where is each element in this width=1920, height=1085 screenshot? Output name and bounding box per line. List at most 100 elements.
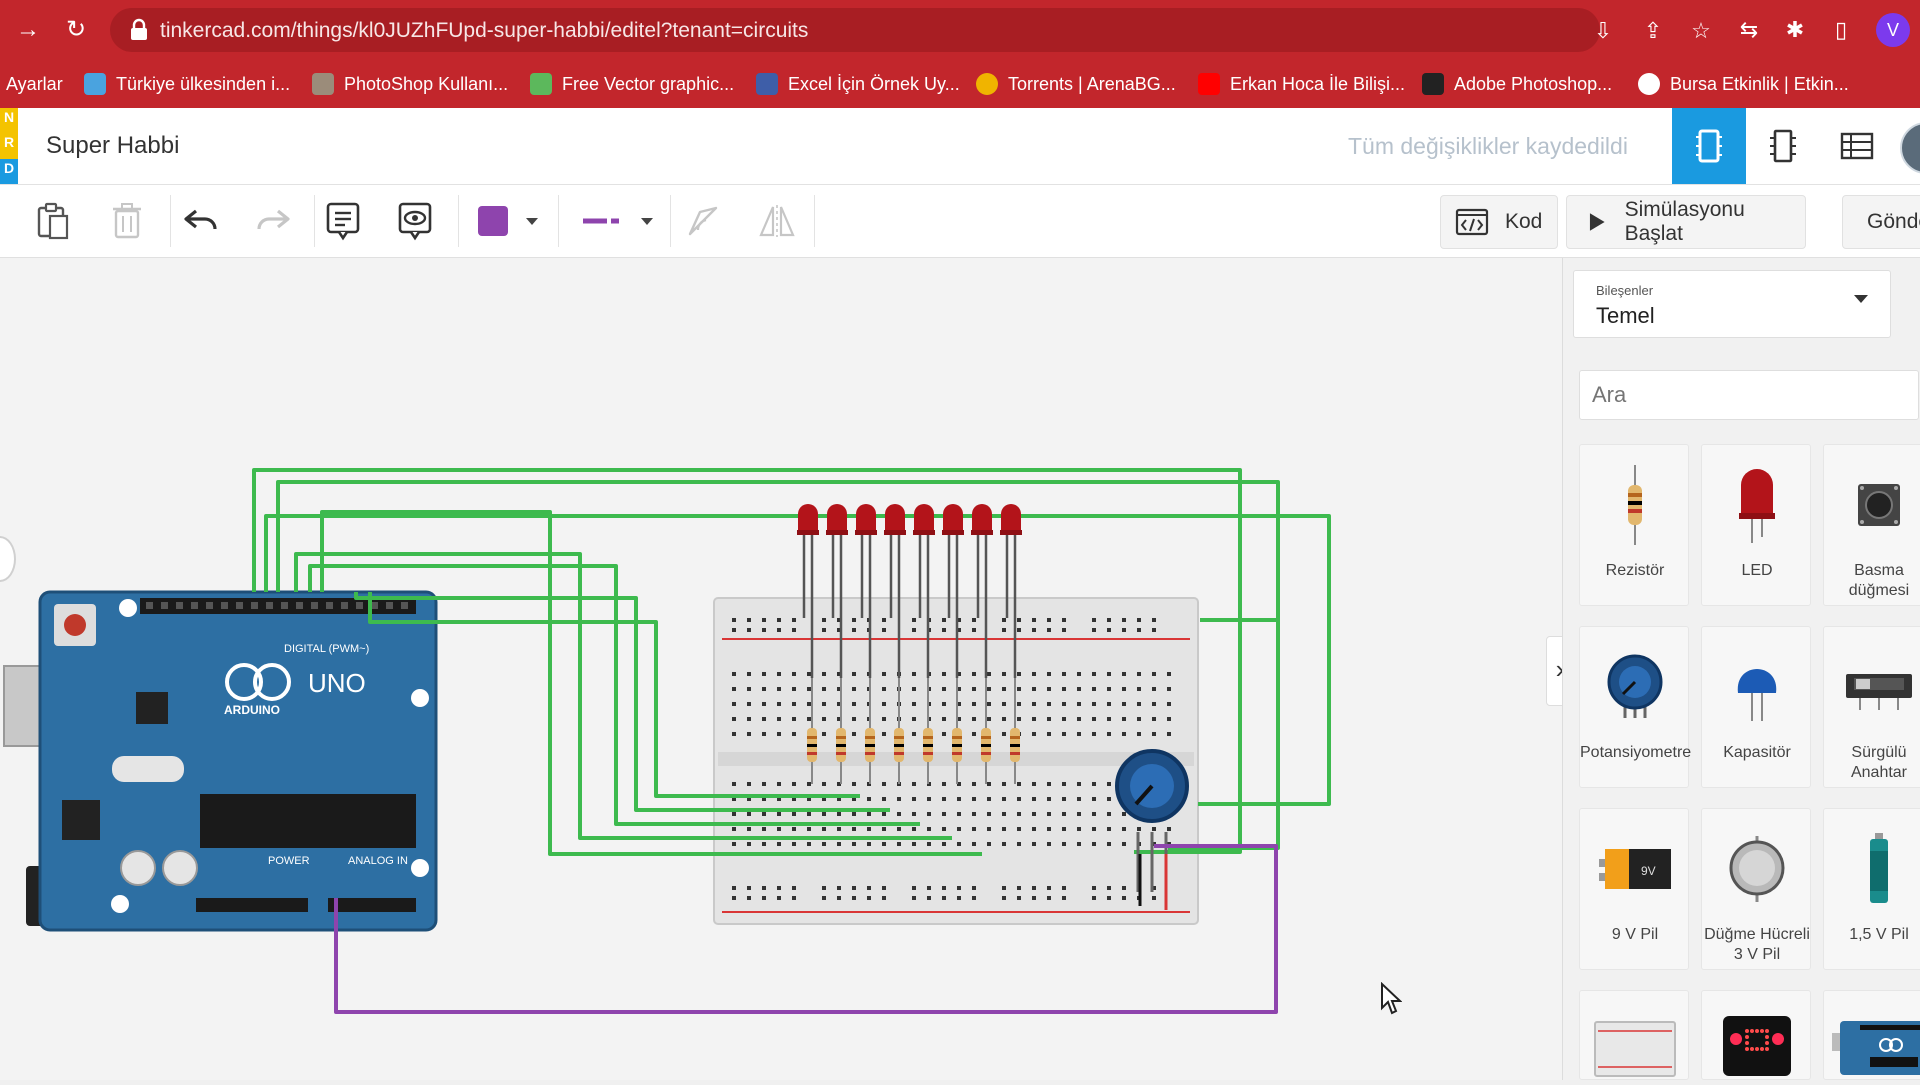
breadboard-hole: [882, 782, 886, 786]
rail-hole: [1047, 618, 1051, 622]
breadboard-hole: [972, 812, 976, 816]
component-slide-switch[interactable]: Sürgülü Anahtar: [1823, 626, 1920, 788]
breadboard-hole: [747, 687, 751, 691]
bookmark-item[interactable]: Erkan Hoca İle Bilişi...: [1198, 68, 1405, 100]
bookmark-item[interactable]: Adobe Photoshop...: [1422, 68, 1612, 100]
rail-hole: [762, 618, 766, 622]
resistor-band: [1010, 752, 1020, 755]
component-pushbutton[interactable]: Basma düğmesi: [1823, 444, 1920, 606]
breadboard-hole: [927, 842, 931, 846]
rail-hole: [777, 886, 781, 890]
send-button[interactable]: Gönde: [1842, 195, 1920, 249]
component-coin-cell-battery[interactable]: Düğme Hücreli 3 V Pil: [1701, 808, 1811, 970]
bookmark-item[interactable]: PhotoShop Kullanı...: [312, 68, 508, 100]
breadboard-hole: [777, 842, 781, 846]
component-list-button[interactable]: [1820, 108, 1894, 184]
component-potentiometer[interactable]: Potansiyometre: [1579, 626, 1692, 788]
category-dropdown[interactable]: Bileşenler Temel: [1573, 270, 1891, 338]
rail-hole: [1017, 896, 1021, 900]
component-resistor[interactable]: Rezistör: [1579, 444, 1689, 606]
wire-color-picker[interactable]: [468, 198, 548, 244]
notes-visibility-button[interactable]: [392, 198, 438, 244]
component-name: Potansiyometre: [1580, 744, 1692, 761]
profile-avatar[interactable]: V: [1876, 13, 1910, 47]
install-icon[interactable]: ⇩: [1590, 18, 1616, 44]
delete-button[interactable]: [104, 198, 150, 244]
bookmark-item[interactable]: Türkiye ülkesinden i...: [84, 68, 290, 100]
forward-icon[interactable]: →: [12, 14, 44, 46]
rail-hole: [1122, 618, 1126, 622]
project-title[interactable]: Super Habbi: [46, 132, 179, 160]
breadboard-hole: [792, 702, 796, 706]
rail-hole: [942, 628, 946, 632]
notes-button[interactable]: [320, 198, 366, 244]
component-microbit[interactable]: [1701, 990, 1811, 1080]
rail-hole: [852, 618, 856, 622]
breadboard-hole: [972, 782, 976, 786]
component-capacitor[interactable]: Kapasitör: [1701, 626, 1811, 788]
bookmark-item[interactable]: Excel İçin Örnek Uy...: [756, 68, 960, 100]
rail-hole: [1017, 886, 1021, 890]
rail-hole: [882, 886, 886, 890]
component-breadboard[interactable]: [1579, 990, 1689, 1080]
redo-button[interactable]: [250, 198, 296, 244]
bookmark-star-icon[interactable]: ☆: [1688, 18, 1714, 44]
side-panel-icon[interactable]: ▯: [1826, 15, 1856, 45]
wire-type-picker[interactable]: [572, 198, 662, 244]
component-led[interactable]: LED: [1701, 444, 1811, 606]
extensions-icon[interactable]: ✱: [1780, 15, 1810, 45]
workplane[interactable]: DIGITAL (PWM~) ARDUINO UNO POWER ANALOG …: [0, 258, 1562, 1080]
breadboard-hole: [792, 827, 796, 831]
chevron-down-icon: [641, 217, 653, 225]
component-arduino[interactable]: [1823, 990, 1920, 1080]
rotate-button[interactable]: [680, 198, 726, 244]
tinkercad-logo[interactable]: N R D: [0, 108, 18, 184]
breadboard-hole: [852, 687, 856, 691]
start-simulation-button[interactable]: Simülasyonu Başlat: [1566, 195, 1806, 249]
bookmark-label: Free Vector graphic...: [562, 73, 735, 94]
code-button[interactable]: Kod: [1440, 195, 1558, 249]
breadboard-hole: [1002, 827, 1006, 831]
rail-hole: [1122, 886, 1126, 890]
toolbar-separator: [814, 195, 815, 247]
breadboard-hole: [1152, 717, 1156, 721]
undo-button[interactable]: [178, 198, 224, 244]
bookmark-item[interactable]: Bursa Etkinlik | Etkin...: [1638, 68, 1849, 100]
component-search-input[interactable]: [1579, 370, 1919, 420]
component-9v-battery[interactable]: 9V 9 V Pil: [1579, 808, 1689, 970]
user-avatar[interactable]: [1900, 122, 1920, 174]
arduino-uno-board[interactable]: DIGITAL (PWM~) ARDUINO UNO POWER ANALOG …: [3, 590, 438, 932]
breadboard-hole: [732, 672, 736, 676]
circuit-view-button[interactable]: [1672, 108, 1746, 184]
component-name: LED: [1741, 562, 1773, 579]
schematic-view-button[interactable]: [1746, 108, 1820, 184]
translate-icon[interactable]: ⇆: [1734, 15, 1764, 45]
bookmark-item[interactable]: Torrents | ArenaBG...: [976, 68, 1176, 100]
reload-icon[interactable]: ↻: [60, 14, 92, 46]
breadboard-hole: [822, 812, 826, 816]
breadboard-hole: [912, 702, 916, 706]
rail-hole: [822, 618, 826, 622]
breadboard-hole: [1047, 672, 1051, 676]
breadboard-hole: [1077, 827, 1081, 831]
bookmark-item[interactable]: Free Vector graphic...: [530, 68, 734, 100]
rail-hole: [837, 886, 841, 890]
resistor-band: [836, 744, 846, 747]
breadboard-hole: [1107, 797, 1111, 801]
breadboard-hole: [897, 827, 901, 831]
address-bar[interactable]: tinkercad.com/things/kl0JUZhFUpd-super-h…: [110, 8, 1711, 52]
bookmark-label: Ayarlar: [6, 73, 63, 94]
arduino-brand: ARDUINO: [224, 703, 280, 717]
reset-button-cap: [64, 614, 86, 636]
paste-button[interactable]: [30, 198, 76, 244]
circuit-diagram[interactable]: DIGITAL (PWM~) ARDUINO UNO POWER ANALOG …: [0, 258, 1562, 1080]
bookmark-item[interactable]: Ayarlar: [6, 68, 63, 100]
mirror-button[interactable]: [754, 198, 800, 244]
component-aa-battery[interactable]: 1,5 V Pil: [1823, 808, 1920, 970]
rail-hole: [927, 896, 931, 900]
breadboard-hole: [1062, 797, 1066, 801]
share-icon[interactable]: ⇪: [1640, 18, 1666, 44]
resistor-band: [894, 752, 904, 755]
breadboard-hole: [1092, 842, 1096, 846]
breadboard-hole: [1062, 687, 1066, 691]
